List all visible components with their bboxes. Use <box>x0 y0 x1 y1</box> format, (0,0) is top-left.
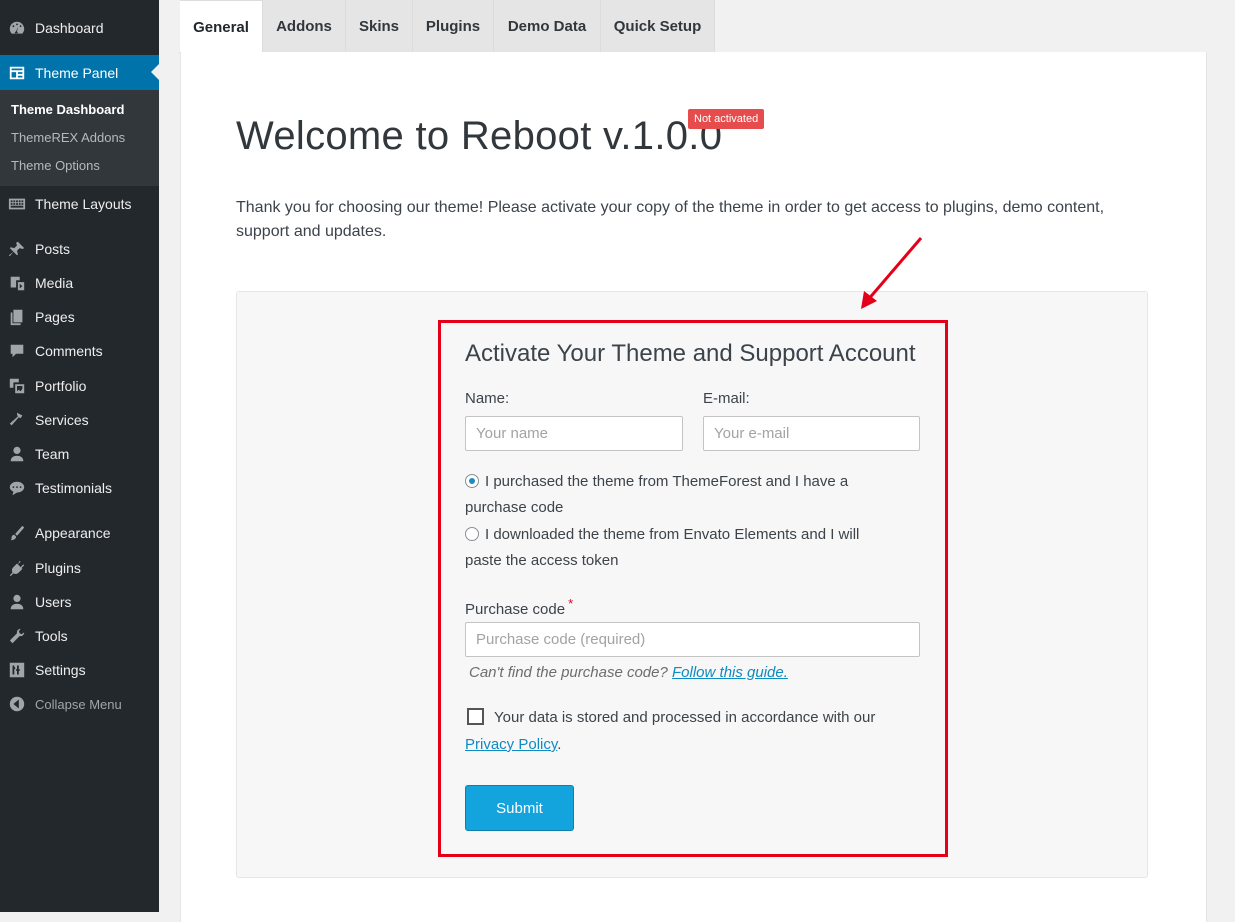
plug-icon <box>7 558 27 578</box>
menu-label: Tools <box>35 628 68 644</box>
radio-downloaded-option[interactable]: I downloaded the theme from Envato Eleme… <box>465 522 895 574</box>
name-input[interactable] <box>465 416 683 451</box>
email-label: E-mail: <box>703 390 750 407</box>
radio-purchased-label: I purchased the theme from ThemeForest a… <box>465 473 849 516</box>
purchase-code-label: Purchase code * <box>465 596 573 618</box>
privacy-consent: Your data is stored and processed in acc… <box>465 704 915 758</box>
annotation-arrow-icon <box>861 237 923 309</box>
highlight-frame <box>438 320 948 857</box>
menu-label: Services <box>35 412 89 428</box>
menu-item-comments[interactable]: Comments <box>0 334 159 368</box>
menu-item-posts[interactable]: Posts <box>0 232 159 266</box>
menu-label: Plugins <box>35 560 81 576</box>
menu-item-plugins[interactable]: Plugins <box>0 551 159 585</box>
menu-label: Pages <box>35 309 75 325</box>
menu-label: Testimonials <box>35 480 113 496</box>
comment-icon <box>7 341 27 361</box>
collapse-label: Collapse Menu <box>35 696 122 712</box>
theme-panel-submenu: Theme Dashboard ThemeREX Addons Theme Op… <box>0 90 159 186</box>
collapse-menu-button[interactable]: Collapse Menu <box>0 687 159 721</box>
pushpin-icon <box>7 239 27 259</box>
menu-item-appearance[interactable]: Appearance <box>0 516 159 550</box>
menu-label: Dashboard <box>35 20 104 36</box>
radio-downloaded-label: I downloaded the theme from Envato Eleme… <box>465 526 860 569</box>
page-title: Welcome to Reboot v.1.0.0 <box>236 114 723 158</box>
tab-demo-data[interactable]: Demo Data <box>494 0 601 52</box>
email-input[interactable] <box>703 416 920 451</box>
purchase-code-hint: Can't find the purchase code? Follow thi… <box>469 664 788 681</box>
status-badge: Not activated <box>688 109 765 129</box>
users-icon <box>7 592 27 612</box>
intro-text: Thank you for choosing our theme! Please… <box>236 199 1105 240</box>
tab-quick-setup[interactable]: Quick Setup <box>601 0 715 52</box>
radio-purchased[interactable] <box>465 474 479 488</box>
dashboard-icon <box>7 18 27 38</box>
paintbrush-icon <box>7 523 27 543</box>
submenu-theme-options[interactable]: Theme Options <box>11 158 100 173</box>
menu-item-tools[interactable]: Tools <box>0 619 159 653</box>
sliders-icon <box>7 660 27 680</box>
menu-item-portfolio[interactable]: Portfolio <box>0 369 159 403</box>
collapse-arrow-icon <box>7 694 27 714</box>
person-icon <box>7 444 27 464</box>
menu-item-users[interactable]: Users <box>0 585 159 619</box>
wrench-icon <box>7 626 27 646</box>
follow-guide-link[interactable]: Follow this guide. <box>672 664 788 681</box>
theme-panel-icon <box>7 63 27 83</box>
menu-label: Team <box>35 446 70 462</box>
menu-item-media[interactable]: Media <box>0 266 159 300</box>
menu-item-team[interactable]: Team <box>0 437 159 471</box>
submenu-theme-dashboard[interactable]: Theme Dashboard <box>11 102 124 117</box>
menu-label: Users <box>35 594 72 610</box>
portfolio-icon <box>7 376 27 396</box>
speech-bubbles-icon <box>7 478 27 498</box>
menu-label: Settings <box>35 662 86 678</box>
layouts-icon <box>7 194 27 214</box>
radio-purchased-option[interactable]: I purchased the theme from ThemeForest a… <box>465 469 895 521</box>
menu-item-theme-layouts[interactable]: Theme Layouts <box>0 187 159 221</box>
menu-item-dashboard[interactable]: Dashboard <box>0 11 159 45</box>
menu-label: Theme Panel <box>35 64 119 81</box>
tab-general[interactable]: General <box>180 0 263 53</box>
admin-sidebar: Dashboard Theme Panel Theme Dashboard Th… <box>0 0 159 912</box>
privacy-policy-link[interactable]: Privacy Policy <box>465 736 557 753</box>
form-title: Activate Your Theme and Support Account <box>465 340 916 367</box>
submenu-themerex-addons[interactable]: ThemeREX Addons <box>11 130 125 145</box>
menu-label: Theme Layouts <box>35 196 132 212</box>
pages-icon <box>7 307 27 327</box>
purchase-code-label-text: Purchase code <box>465 601 566 618</box>
menu-label: Appearance <box>35 525 111 541</box>
menu-label: Portfolio <box>35 378 87 394</box>
menu-label: Posts <box>35 241 71 257</box>
purchase-code-input[interactable] <box>465 622 920 657</box>
tab-skins[interactable]: Skins <box>346 0 413 52</box>
tab-addons[interactable]: Addons <box>263 0 346 52</box>
media-icon <box>7 273 27 293</box>
name-label: Name: <box>465 390 510 407</box>
hint-text: Can't find the purchase code? <box>469 664 668 681</box>
privacy-checkbox[interactable] <box>467 708 484 725</box>
hammer-icon <box>7 410 27 430</box>
tab-plugins[interactable]: Plugins <box>413 0 494 52</box>
menu-item-testimonials[interactable]: Testimonials <box>0 471 159 505</box>
consent-period: . <box>557 736 562 753</box>
menu-item-pages[interactable]: Pages <box>0 300 159 334</box>
radio-downloaded[interactable] <box>465 527 479 541</box>
menu-label: Comments <box>35 343 103 359</box>
submit-button[interactable]: Submit <box>465 785 574 831</box>
menu-item-settings[interactable]: Settings <box>0 653 159 687</box>
required-mark: * <box>568 596 574 611</box>
menu-item-services[interactable]: Services <box>0 403 159 437</box>
menu-label: Media <box>35 275 74 291</box>
consent-text: Your data is stored and processed in acc… <box>494 709 876 726</box>
menu-item-theme-panel[interactable]: Theme Panel <box>0 55 159 90</box>
